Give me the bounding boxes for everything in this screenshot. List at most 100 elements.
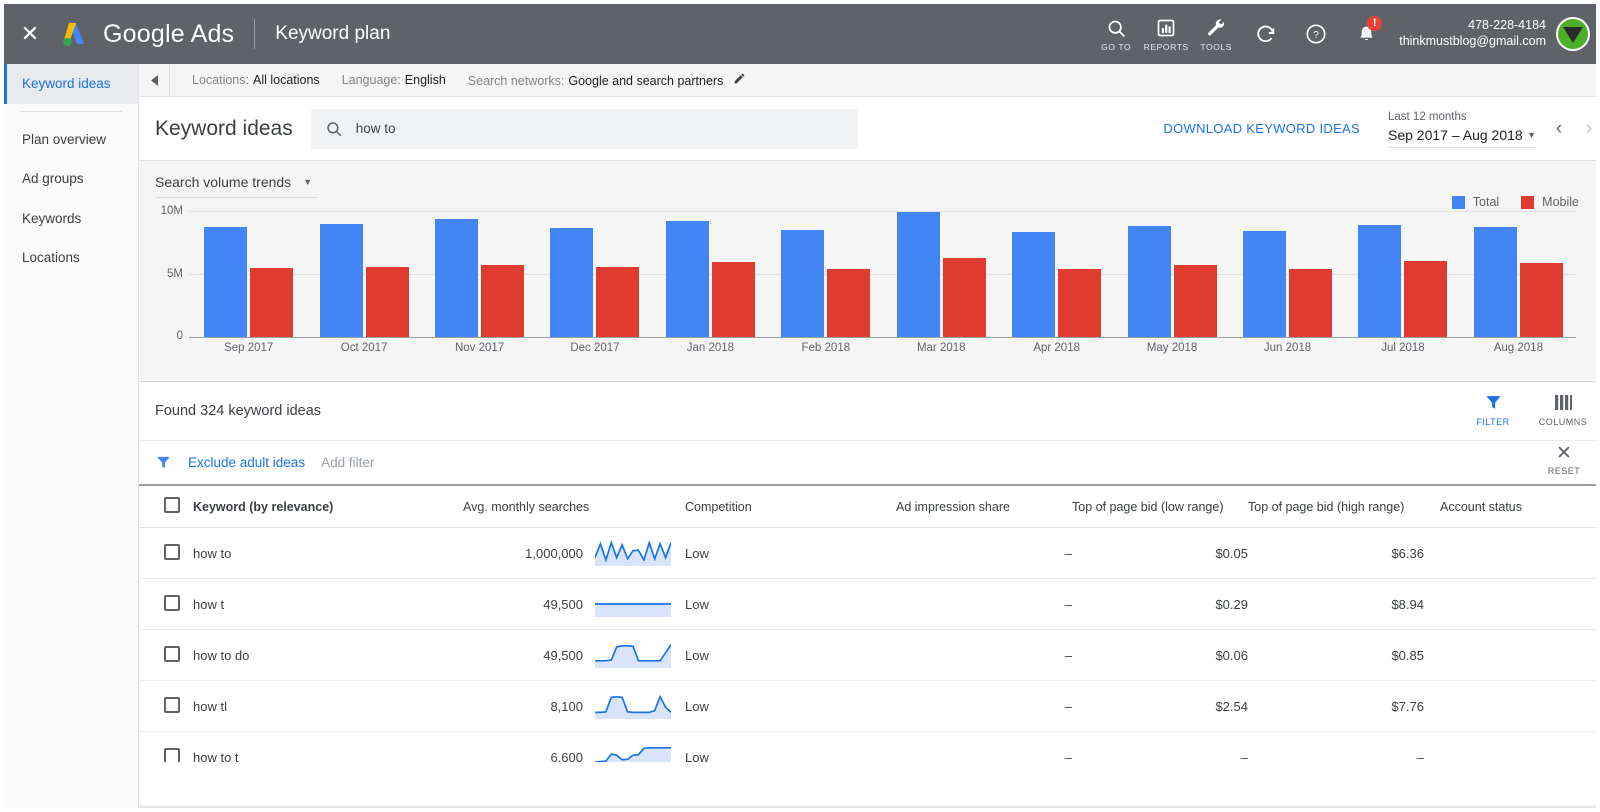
- filter-label: FILTER: [1476, 417, 1509, 427]
- columns-button[interactable]: COLUMNS: [1540, 390, 1586, 427]
- bar-mobile-mar-2018[interactable]: [943, 258, 986, 337]
- legend-item-mobile[interactable]: Mobile: [1521, 195, 1579, 209]
- bar-mobile-apr-2018[interactable]: [1058, 269, 1101, 337]
- row-checkbox[interactable]: [164, 595, 180, 611]
- bar-total-feb-2018[interactable]: [781, 230, 824, 337]
- cell-avg-monthly-searches: 6,600: [463, 732, 583, 763]
- header-bid-high[interactable]: Top of page bid (high range): [1248, 485, 1424, 528]
- row-checkbox[interactable]: [164, 697, 180, 713]
- tools-button[interactable]: TOOLS: [1191, 4, 1241, 64]
- bar-total-jan-2018[interactable]: [666, 221, 709, 337]
- bar-total-nov-2017[interactable]: [435, 219, 478, 337]
- sidebar-item-locations[interactable]: Locations: [4, 238, 138, 278]
- select-all-checkbox[interactable]: [164, 497, 180, 513]
- bar-mobile-oct-2017[interactable]: [366, 267, 409, 337]
- header-ad-impression-share[interactable]: Ad impression share: [896, 485, 1072, 528]
- bar-mobile-nov-2017[interactable]: [481, 265, 524, 337]
- locations-filter[interactable]: Locations: All locations: [192, 73, 320, 87]
- reports-button[interactable]: REPORTS: [1141, 4, 1191, 64]
- header-account-status[interactable]: Account status: [1424, 485, 1600, 528]
- bar-total-jul-2018[interactable]: [1358, 225, 1401, 337]
- bar-total-sep-2017[interactable]: [204, 227, 247, 337]
- sidebar: Keyword ideas Plan overview Ad groups Ke…: [4, 64, 139, 808]
- help-button[interactable]: ?: [1291, 4, 1341, 64]
- header-avg-monthly-searches[interactable]: Avg. monthly searches: [463, 485, 583, 528]
- cell-ad-impression-share: –: [896, 630, 1072, 681]
- refresh-button[interactable]: [1241, 4, 1291, 64]
- chart-group-nov-2017[interactable]: [422, 211, 537, 337]
- bar-mobile-jun-2018[interactable]: [1289, 269, 1332, 337]
- bar-total-jun-2018[interactable]: [1243, 231, 1286, 337]
- svg-text:?: ?: [1313, 29, 1319, 41]
- bar-total-may-2018[interactable]: [1128, 226, 1171, 337]
- chart-group-oct-2017[interactable]: [306, 211, 421, 337]
- search-input[interactable]: how to: [311, 109, 858, 149]
- sidebar-item-keywords[interactable]: Keywords: [4, 199, 138, 239]
- avatar[interactable]: [1556, 17, 1590, 51]
- sidebar-item-ad-groups[interactable]: Ad groups: [4, 159, 138, 199]
- chart-group-sep-2017[interactable]: [191, 211, 306, 337]
- bar-mobile-may-2018[interactable]: [1174, 265, 1217, 337]
- table-row[interactable]: how to do49,500Low–$0.06$0.85: [139, 630, 1600, 681]
- cell-keyword[interactable]: how to do: [193, 630, 463, 681]
- chart-metric-selector[interactable]: Search volume trends ▼: [155, 174, 318, 198]
- header-bid-low[interactable]: Top of page bid (low range): [1072, 485, 1248, 528]
- close-button[interactable]: ✕: [4, 4, 56, 64]
- cell-keyword[interactable]: how to t: [193, 732, 463, 763]
- bar-mobile-jan-2018[interactable]: [712, 262, 755, 337]
- cell-keyword[interactable]: how tl: [193, 681, 463, 732]
- table-row[interactable]: how to t6,600Low–––: [139, 732, 1600, 763]
- header-keyword[interactable]: Keyword (by relevance): [193, 485, 463, 528]
- row-checkbox[interactable]: [164, 748, 180, 763]
- sidebar-item-keyword-ideas[interactable]: Keyword ideas: [4, 64, 138, 104]
- collapse-panel-button[interactable]: [139, 64, 170, 97]
- edit-pencil-icon[interactable]: [733, 72, 746, 88]
- previous-period-button[interactable]: ‹: [1544, 109, 1574, 149]
- language-filter[interactable]: Language: English: [342, 73, 446, 87]
- bar-total-dec-2017[interactable]: [550, 228, 593, 337]
- chart-group-jun-2018[interactable]: [1230, 211, 1345, 337]
- chart-group-feb-2018[interactable]: [768, 211, 883, 337]
- header-competition[interactable]: Competition: [671, 485, 896, 528]
- bar-mobile-jul-2018[interactable]: [1404, 261, 1447, 337]
- bar-total-mar-2018[interactable]: [897, 212, 940, 337]
- notifications-button[interactable]: !: [1341, 4, 1391, 64]
- bar-mobile-sep-2017[interactable]: [250, 268, 293, 337]
- sidebar-item-plan-overview[interactable]: Plan overview: [4, 120, 138, 160]
- filter-chip-exclude-adult-ideas[interactable]: Exclude adult ideas: [188, 455, 305, 470]
- row-checkbox[interactable]: [164, 646, 180, 662]
- chart-group-apr-2018[interactable]: [999, 211, 1114, 337]
- account-info[interactable]: 478-228-4184 thinkmustblog@gmail.com: [1399, 18, 1546, 49]
- bar-total-oct-2017[interactable]: [320, 224, 363, 337]
- reset-filters-button[interactable]: ✕ RESET: [1542, 443, 1586, 476]
- legend-label-mobile: Mobile: [1542, 195, 1579, 209]
- bar-mobile-aug-2018[interactable]: [1520, 263, 1563, 337]
- cell-account-status: [1424, 579, 1600, 630]
- legend-item-total[interactable]: Total: [1452, 195, 1499, 209]
- bar-total-apr-2018[interactable]: [1012, 232, 1055, 337]
- chart-group-jan-2018[interactable]: [653, 211, 768, 337]
- chart-group-dec-2017[interactable]: [537, 211, 652, 337]
- bar-mobile-dec-2017[interactable]: [596, 267, 639, 337]
- table-row[interactable]: how tl8,100Low–$2.54$7.76: [139, 681, 1600, 732]
- go-to-button[interactable]: GO TO: [1091, 4, 1141, 64]
- bar-total-aug-2018[interactable]: [1474, 227, 1517, 337]
- row-checkbox[interactable]: [164, 544, 180, 560]
- bar-mobile-feb-2018[interactable]: [827, 269, 870, 337]
- table-row[interactable]: how t49,500Low–$0.29$8.94: [139, 579, 1600, 630]
- date-range-selector[interactable]: Last 12 months Sep 2017 – Aug 2018 ▼: [1388, 109, 1536, 147]
- search-networks-filter[interactable]: Search networks: Google and search partn…: [468, 72, 747, 88]
- chart-group-jul-2018[interactable]: [1345, 211, 1460, 337]
- download-keyword-ideas-button[interactable]: DOWNLOAD KEYWORD IDEAS: [1163, 121, 1360, 136]
- table-row[interactable]: how to1,000,000Low–$0.05$6.36: [139, 528, 1600, 579]
- cell-keyword[interactable]: how t: [193, 579, 463, 630]
- cell-keyword[interactable]: how to: [193, 528, 463, 579]
- reports-icon: [1156, 16, 1176, 40]
- add-filter-button[interactable]: Add filter: [321, 455, 374, 470]
- chart-group-aug-2018[interactable]: [1461, 211, 1576, 337]
- next-period-button[interactable]: ›: [1574, 109, 1600, 149]
- chart-group-may-2018[interactable]: [1114, 211, 1229, 337]
- chart-group-mar-2018[interactable]: [884, 211, 999, 337]
- row-select-cell: [139, 732, 193, 763]
- filter-button[interactable]: FILTER: [1470, 390, 1516, 427]
